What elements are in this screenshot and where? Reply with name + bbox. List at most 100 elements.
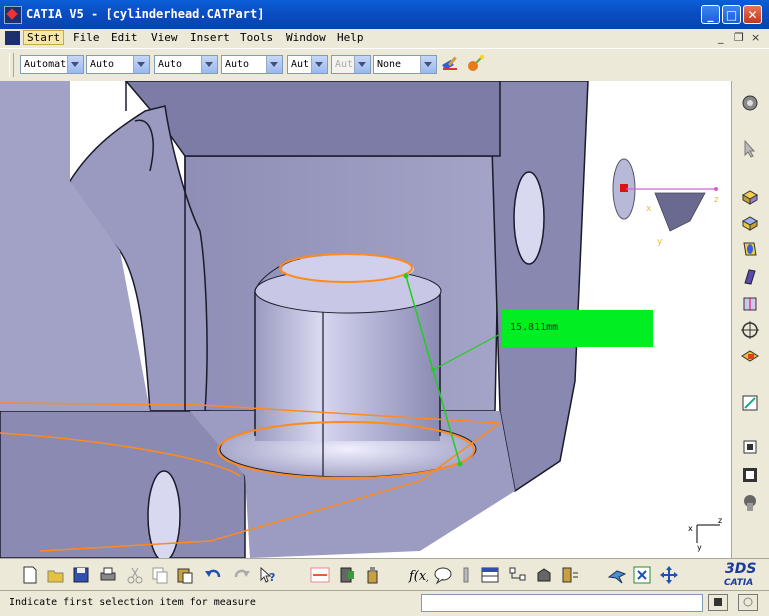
layer-combo[interactable]: None [373, 55, 437, 74]
plane-icon[interactable] [740, 437, 760, 457]
minimize-button[interactable]: _ [701, 5, 720, 24]
layer-combo-disabled: Aut [331, 55, 371, 74]
menu-window[interactable]: Window [286, 31, 326, 44]
toolbar-grip[interactable] [9, 53, 14, 77]
title-bar: CATIA V5 - [cylinderhead.CATPart] _ □ ✕ [0, 0, 769, 29]
catia-app-icon[interactable] [4, 6, 22, 24]
axis-triad: x y z [688, 516, 722, 552]
paste-icon[interactable] [175, 565, 195, 585]
line-thickness-value: Auto [158, 59, 183, 70]
layer-disabled-value: Aut [335, 59, 354, 70]
compass[interactable]: x y z [612, 158, 719, 247]
help-icon[interactable]: ? [258, 565, 278, 585]
status-bar: Indicate first selection item for measur… [0, 590, 769, 616]
menu-tools[interactable]: Tools [240, 31, 273, 44]
line-thickness-combo[interactable]: Auto [154, 55, 218, 74]
menu-file[interactable]: File [73, 31, 100, 44]
menu-help[interactable]: Help [337, 31, 364, 44]
menu-edit[interactable]: Edit [111, 31, 138, 44]
table-icon[interactable] [480, 565, 500, 585]
print-icon[interactable] [98, 565, 118, 585]
pan-icon[interactable] [659, 565, 679, 585]
point-type-value: Aut [291, 59, 310, 70]
bottom-toolbar: ? f(x) 3DS CATIA [0, 558, 769, 591]
chevron-down-icon[interactable] [266, 56, 282, 73]
rib-icon[interactable] [740, 267, 760, 287]
point-type-combo[interactable]: Aut [287, 55, 328, 74]
select-arrow-icon[interactable] [740, 139, 760, 159]
remove-icon[interactable] [740, 346, 760, 366]
chevron-down-icon[interactable] [133, 56, 149, 73]
knowledge-tree-icon[interactable] [508, 565, 528, 585]
multi-section-icon[interactable] [740, 294, 760, 314]
menu-bar: Start File Edit View Insert Tools Window… [0, 29, 769, 48]
measure-item-icon[interactable] [337, 565, 357, 585]
comment-icon[interactable] [433, 565, 453, 585]
mdi-minimize-button[interactable]: _ [718, 31, 724, 44]
line-type-combo[interactable]: Auto [221, 55, 283, 74]
parts-icon[interactable] [740, 493, 760, 513]
point-icon[interactable] [740, 465, 760, 485]
apply-material-icon[interactable] [560, 565, 580, 585]
svg-text:?: ? [269, 571, 275, 584]
fill-color-value: Automat [24, 59, 67, 70]
properties-icon[interactable] [466, 53, 486, 73]
undo-icon[interactable] [203, 565, 223, 585]
shaft-icon[interactable] [740, 239, 760, 259]
triad-z-label: z [718, 516, 722, 525]
measure-value-label: 15.811mm [502, 310, 653, 347]
fit-all-icon[interactable] [632, 565, 652, 585]
right-toolbar [731, 81, 769, 558]
maximize-button[interactable]: □ [722, 5, 741, 24]
menu-start[interactable]: Start [23, 30, 65, 45]
pad-icon[interactable] [740, 187, 760, 207]
graphic-properties-toolbar: Automat Auto Auto Auto Aut Aut None [0, 48, 769, 83]
svg-text:CATIA: CATIA [724, 578, 753, 588]
chevron-down-icon[interactable] [311, 56, 327, 73]
mdi-close-button[interactable]: × [751, 31, 760, 44]
transparency-combo[interactable]: Auto [86, 55, 150, 74]
gear-icon[interactable] [740, 93, 760, 113]
compass-y-label: y [657, 237, 663, 247]
chevron-down-icon[interactable] [201, 56, 217, 73]
painter-icon[interactable] [441, 53, 461, 73]
pocket-icon[interactable] [740, 213, 760, 233]
measure-between-icon[interactable] [310, 565, 330, 585]
triad-x-label: x [688, 524, 693, 533]
new-file-icon[interactable] [20, 565, 40, 585]
law-icon[interactable] [456, 565, 476, 585]
fill-color-combo[interactable]: Automat [20, 55, 84, 74]
transparency-value: Auto [90, 59, 115, 70]
menu-insert[interactable]: Insert [190, 31, 230, 44]
window-title: CATIA V5 - [cylinderhead.CATPart] [26, 7, 265, 21]
sketcher-icon[interactable] [740, 393, 760, 413]
chevron-down-icon[interactable] [420, 56, 436, 73]
chevron-down-icon [354, 56, 370, 73]
open-folder-icon[interactable] [46, 565, 66, 585]
status-message: Indicate first selection item for measur… [9, 597, 256, 608]
line-type-value: Auto [225, 59, 250, 70]
formula-icon[interactable]: f(x) [408, 565, 428, 585]
svg-text:3DS: 3DS [725, 561, 756, 577]
stop-command-icon[interactable] [708, 594, 728, 611]
svg-text:f(x): f(x) [408, 569, 428, 584]
mdi-restore-button[interactable]: ❐ [734, 31, 744, 44]
measure-inertia-icon[interactable] [362, 565, 382, 585]
save-icon[interactable] [71, 565, 91, 585]
document-icon[interactable] [5, 31, 20, 45]
3d-viewport[interactable]: x y z x y z 15.811mm [0, 81, 731, 558]
menu-view[interactable]: View [151, 31, 178, 44]
compass-x-label: x [646, 204, 652, 214]
copy-icon[interactable] [150, 565, 170, 585]
hole-icon[interactable] [740, 320, 760, 340]
layer-value: None [377, 59, 402, 70]
fly-mode-icon[interactable] [607, 565, 627, 585]
command-input[interactable] [421, 594, 703, 612]
cut-icon[interactable] [125, 565, 145, 585]
redo-icon[interactable] [232, 565, 252, 585]
close-button[interactable]: ✕ [743, 5, 762, 24]
catalog-icon[interactable] [534, 565, 554, 585]
power-input-icon[interactable] [738, 594, 758, 611]
chevron-down-icon[interactable] [67, 56, 83, 73]
triad-y-label: y [697, 543, 702, 552]
